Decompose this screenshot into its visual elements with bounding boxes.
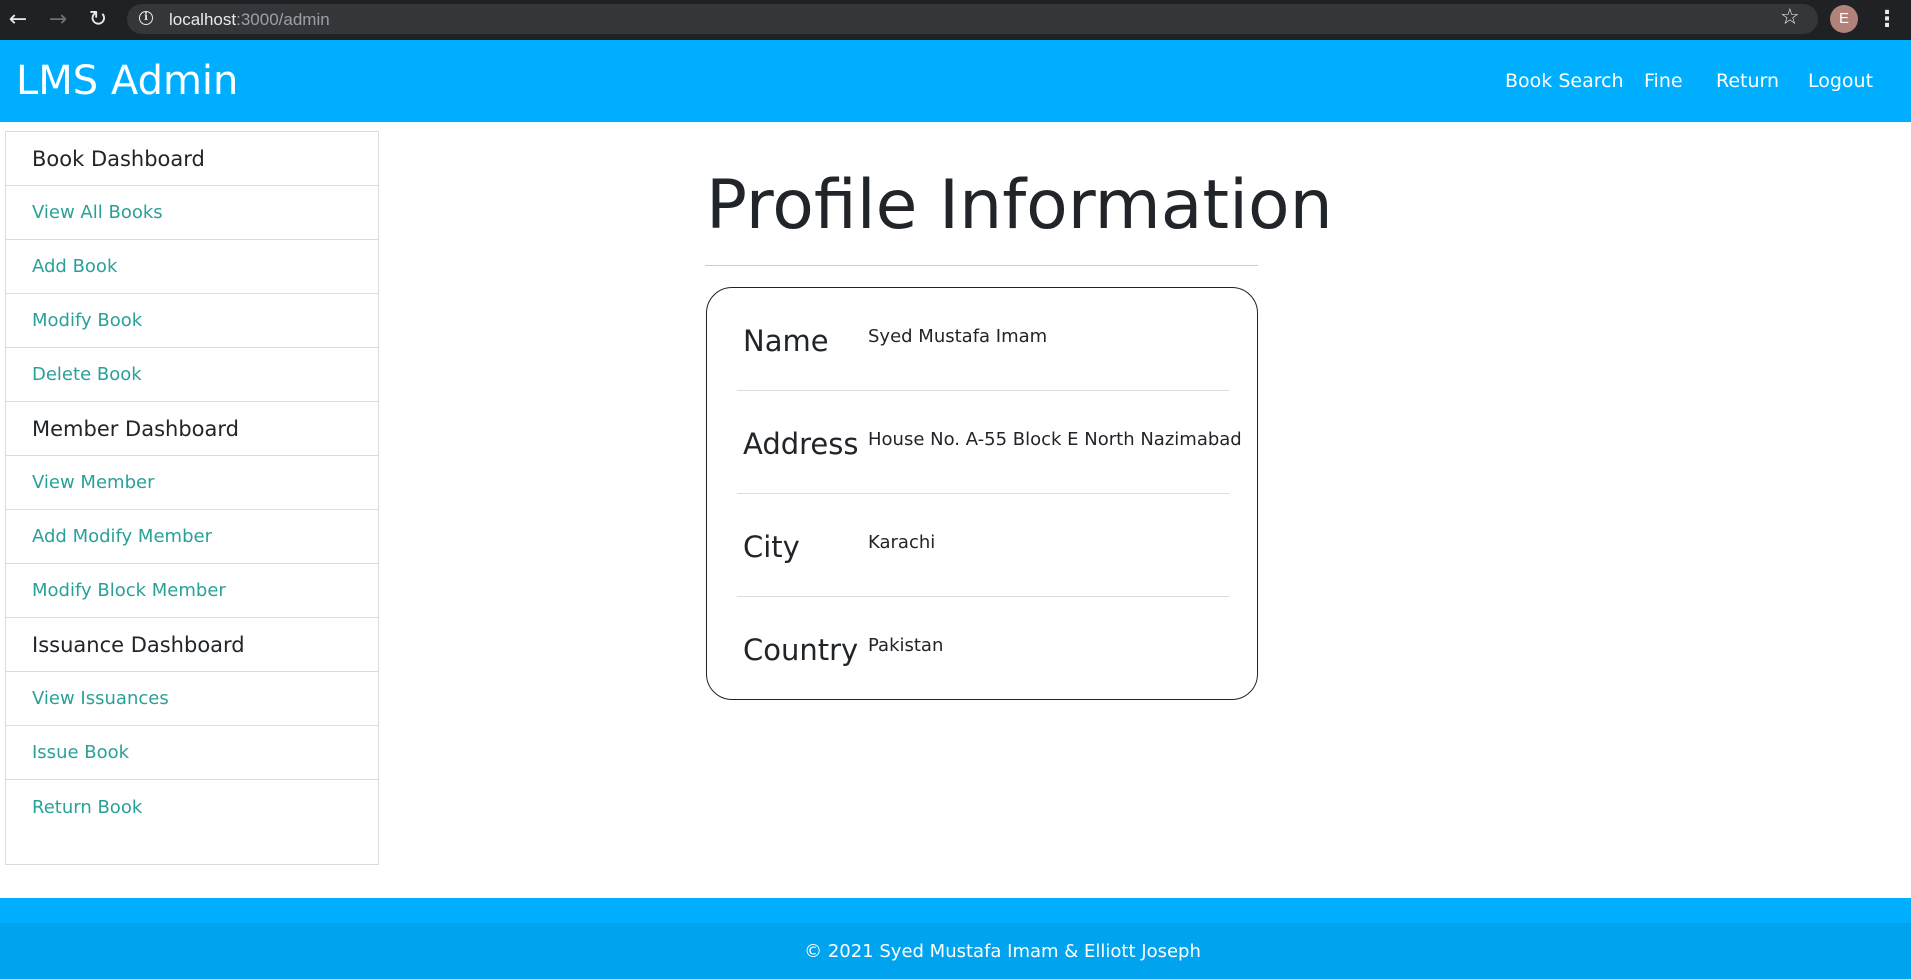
sidebar-item-return-book[interactable]: Return Book [6,780,378,834]
profile-row-name: Name Syed Mustafa Imam [737,288,1229,391]
sidebar-item-add-modify-member[interactable]: Add Modify Member [6,510,378,564]
nav-book-search[interactable]: Book Search [1505,70,1624,92]
profile-value: Syed Mustafa Imam [868,326,1048,347]
profile-value: Karachi [868,532,936,553]
nav-return[interactable]: Return [1716,70,1779,92]
url-path: :3000/admin [236,10,330,29]
sidebar-header-issuance-dashboard: Issuance Dashboard [6,618,378,672]
sidebar-item-view-all-books[interactable]: View All Books [6,186,378,240]
profile-label: Address [743,427,859,461]
sidebar-item-modify-book[interactable]: Modify Book [6,294,378,348]
title-divider [705,265,1258,266]
profile-row-city: City Karachi [737,494,1229,597]
back-arrow-icon[interactable]: ← [2,4,34,36]
sidebar-header-book-dashboard: Book Dashboard [6,132,378,186]
sidebar-header-member-dashboard: Member Dashboard [6,402,378,456]
forward-arrow-icon[interactable]: → [42,4,74,36]
profile-row-country: Country Pakistan [737,597,1229,700]
sidebar-item-issue-book[interactable]: Issue Book [6,726,378,780]
profile-row-address: Address House No. A-55 Block E North Naz… [737,391,1242,494]
address-bar[interactable]: i localhost:3000/admin [127,4,1818,34]
sidebar-item-modify-block-member[interactable]: Modify Block Member [6,564,378,618]
profile-card: Name Syed Mustafa Imam Address House No.… [706,287,1258,700]
nav-logout[interactable]: Logout [1808,70,1873,92]
url-host: localhost [169,10,237,29]
bookmark-star-icon[interactable]: ☆ [1780,5,1800,30]
footer-band [0,898,1911,923]
browser-menu-icon[interactable]: ⋮ [1876,4,1898,36]
footer-copyright: © 2021 Syed Mustafa Imam & Elliott Josep… [804,940,1201,962]
profile-label: City [743,530,800,564]
profile-label: Country [743,633,859,667]
sidebar-item-delete-book[interactable]: Delete Book [6,348,378,402]
profile-label: Name [743,324,829,358]
reload-icon[interactable]: ↻ [82,4,114,36]
profile-avatar[interactable]: E [1830,5,1858,33]
browser-toolbar: ← → ↻ i localhost:3000/admin ☆ E ⋮ [0,0,1911,40]
sidebar-item-view-issuances[interactable]: View Issuances [6,672,378,726]
app-navbar: LMS Admin Book Search Fine Return Logout [0,40,1911,122]
sidebar-item-view-member[interactable]: View Member [6,456,378,510]
brand-title[interactable]: LMS Admin [16,58,238,104]
nav-fine[interactable]: Fine [1644,70,1683,92]
url-text[interactable]: localhost:3000/admin [169,10,330,30]
site-info-icon[interactable]: i [139,11,153,25]
profile-value: Pakistan [868,635,944,656]
sidebar: Book Dashboard View All Books Add Book M… [5,131,379,865]
footer: © 2021 Syed Mustafa Imam & Elliott Josep… [0,923,1911,979]
profile-value: House No. A-55 Block E North Nazimabad [868,429,1242,450]
page-title: Profile Information [706,166,1333,245]
sidebar-item-add-book[interactable]: Add Book [6,240,378,294]
